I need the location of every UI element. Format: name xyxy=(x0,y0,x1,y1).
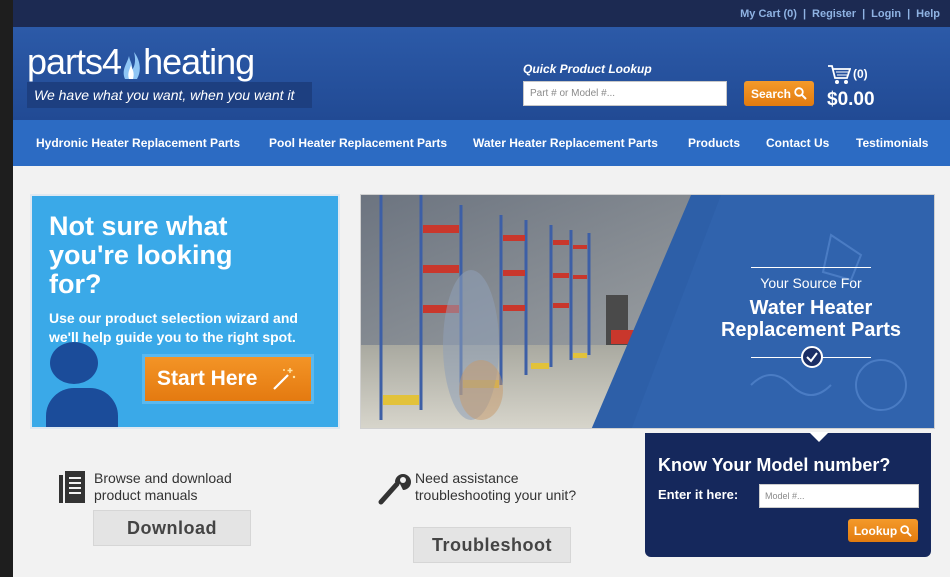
person-silhouette-head xyxy=(50,342,98,384)
page: My Cart (0) | Register | Login | Help parts4 h… xyxy=(13,0,950,577)
nav-pool-heater-parts[interactable]: Pool Heater Replacement Parts xyxy=(269,136,447,150)
hero-divider-top xyxy=(751,267,871,268)
magic-wand-icon xyxy=(273,368,296,390)
lookup-button-label: Lookup xyxy=(853,523,898,538)
cart-count[interactable]: (0) xyxy=(853,67,868,81)
nav-hydronic-heater-parts[interactable]: Hydronic Heater Replacement Parts xyxy=(36,136,240,150)
start-here-button[interactable]: Start Here xyxy=(142,354,314,404)
nav-testimonials[interactable]: Testimonials xyxy=(856,136,928,150)
check-circle-icon xyxy=(801,346,823,368)
manuals-description: Browse and download product manuals xyxy=(94,470,232,503)
lookup-button[interactable]: Lookup xyxy=(848,519,918,542)
nav-water-heater-parts[interactable]: Water Heater Replacement Parts xyxy=(473,136,658,150)
model-lookup-label: Enter it here: xyxy=(658,487,739,502)
top-utility-bar: My Cart (0) | Register | Login | Help xyxy=(13,0,950,27)
my-cart-link[interactable]: My Cart (0) xyxy=(740,8,797,20)
account-links: My Cart (0) | Register | Login | Help xyxy=(740,8,940,20)
promo-body: Use our product selection wizard and we'… xyxy=(49,310,298,345)
main-nav: Hydronic Heater Replacement Parts Pool H… xyxy=(13,120,950,166)
model-lookup-title: Know Your Model number? xyxy=(658,455,891,475)
separator: | xyxy=(907,8,911,20)
wrench-icon xyxy=(378,474,411,505)
search-button-label: Search xyxy=(750,86,792,101)
login-link[interactable]: Login xyxy=(871,8,901,20)
model-lookup-panel: Know Your Model number? Enter it here: L… xyxy=(645,433,931,557)
search-icon xyxy=(794,87,807,100)
download-button[interactable]: Download xyxy=(93,510,251,546)
site-logo[interactable]: parts4 heating xyxy=(27,41,255,83)
flame-icon xyxy=(123,52,140,79)
start-here-label: Start Here xyxy=(157,367,258,390)
logo-text-heating: heating xyxy=(143,41,255,82)
tagline: We have what you want, when you want it xyxy=(27,82,312,108)
troubleshoot-button[interactable]: Troubleshoot xyxy=(413,527,571,563)
cart-total[interactable]: $0.00 xyxy=(827,89,875,111)
site-header: parts4 heating We have what you want, wh… xyxy=(13,27,950,120)
hero-title: Water Heater Replacement Parts xyxy=(720,297,902,341)
hero-subtitle: Your Source For xyxy=(760,275,862,291)
help-link[interactable]: Help xyxy=(916,8,940,20)
hero-banner[interactable]: Your Source For Water Heater Replacement… xyxy=(360,194,935,429)
nav-products[interactable]: Products xyxy=(688,136,740,150)
search-icon xyxy=(900,524,912,537)
cart-icon[interactable] xyxy=(827,64,851,86)
separator: | xyxy=(862,8,866,20)
document-icon xyxy=(59,471,85,503)
model-number-input[interactable] xyxy=(759,484,919,508)
product-wizard-promo: Not sure what you're looking for? Use ou… xyxy=(30,194,340,429)
register-link[interactable]: Register xyxy=(812,8,856,20)
separator: | xyxy=(802,8,807,20)
quick-lookup-input[interactable] xyxy=(523,81,727,106)
troubleshoot-description: Need assistance troubleshooting your uni… xyxy=(415,470,577,503)
model-panel-notch xyxy=(809,432,829,442)
promo-title: Not sure what you're looking for? xyxy=(49,211,233,299)
person-silhouette-body xyxy=(46,388,118,427)
quick-lookup-label: Quick Product Lookup xyxy=(523,62,652,76)
logo-text-parts4: parts4 xyxy=(27,41,122,82)
search-button[interactable]: Search xyxy=(744,81,814,106)
nav-contact-us[interactable]: Contact Us xyxy=(766,136,829,150)
